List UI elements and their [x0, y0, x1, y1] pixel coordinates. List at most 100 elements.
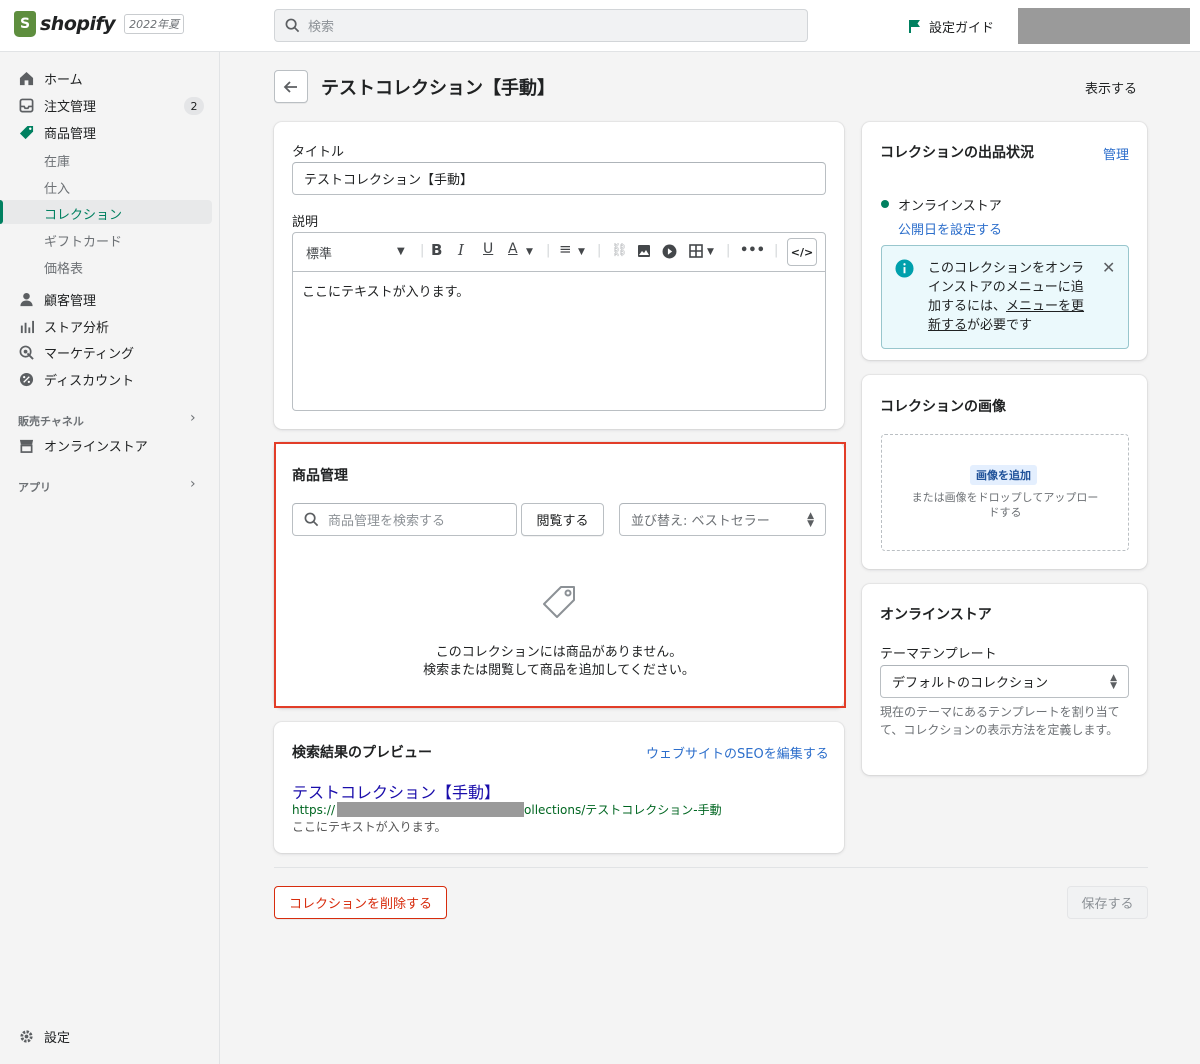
arrow-left-icon — [283, 80, 297, 93]
align-icon[interactable]: ≡ — [559, 240, 572, 258]
template-select[interactable]: デフォルトのコレクション ▲ ▼ — [880, 665, 1129, 698]
channel-name: オンラインストア — [898, 199, 1002, 214]
add-image-button[interactable]: 画像を追加 — [970, 465, 1037, 485]
products-search-placeholder: 商品管理を検索する — [328, 514, 446, 529]
tag-icon — [18, 124, 34, 140]
shopify-bag-icon — [14, 11, 36, 37]
sidebar-item-marketing[interactable]: マーケティング — [18, 341, 134, 363]
sidebar-subitem-pricelists[interactable]: 価格表 — [44, 258, 83, 277]
sidebar-item-settings[interactable]: 設定 — [18, 1025, 70, 1047]
flag-icon — [909, 20, 920, 33]
template-help-text: 現在のテーマにあるテンプレートを割り当てて、コレクションの表示方法を定義します。 — [880, 705, 1120, 737]
title-label: タイトル — [292, 145, 345, 160]
text-color-icon[interactable]: A — [508, 241, 518, 257]
italic-icon[interactable]: I — [458, 241, 464, 259]
bold-icon[interactable]: B — [431, 241, 442, 259]
sidebar-item-orders[interactable]: 注文管理 — [18, 94, 96, 116]
home-icon — [18, 70, 34, 86]
bar-chart-icon — [18, 318, 34, 334]
sort-select[interactable]: 並び替え: ベストセラー ▲ ▼ — [619, 503, 826, 536]
shopify-logo[interactable]: shopify 2022年夏 — [14, 11, 185, 37]
seo-url-prefix: https:// — [292, 802, 336, 817]
sidebar-subitem-collections[interactable]: コレクション — [44, 204, 122, 223]
image-icon[interactable] — [637, 244, 651, 262]
edition-badge: 2022年夏 — [124, 14, 185, 34]
schedule-link[interactable]: 公開日を設定する — [898, 219, 1002, 238]
chevron-right-icon[interactable]: › — [190, 476, 196, 492]
sidebar-subitem-inventory[interactable]: 在庫 — [44, 151, 70, 170]
availability-card-title: コレクションの出品状況 — [880, 145, 1034, 161]
code-view-icon[interactable]: </> — [787, 238, 817, 266]
global-search-input[interactable]: 検索 — [274, 9, 808, 42]
sidebar-subitem-giftcards[interactable]: ギフトカード — [44, 231, 122, 250]
apps-heading: アプリ — [18, 481, 51, 494]
video-icon[interactable] — [662, 244, 677, 263]
person-icon — [18, 291, 34, 307]
sidebar-item-online-store[interactable]: オンラインストア — [18, 434, 148, 456]
underline-icon[interactable]: U — [483, 241, 493, 257]
table-icon[interactable] — [689, 244, 703, 262]
chevron-down-icon[interactable]: ▼ — [578, 247, 585, 257]
select-arrows-icon: ▲ ▼ — [1110, 672, 1117, 691]
view-button[interactable]: 表示する — [1085, 78, 1137, 97]
title-input[interactable]: テストコレクション【手動】 — [292, 162, 826, 195]
seo-preview-description: ここにテキストが入ります。 — [292, 820, 447, 834]
toolbar-divider: | — [774, 243, 779, 258]
info-banner-text: このコレクションをオンラインストアのメニューに追加するには、メニューを更新するが… — [928, 259, 1088, 335]
seo-card-title: 検索結果のプレビュー — [292, 745, 432, 761]
sidebar-item-label: 注文管理 — [44, 99, 97, 115]
sidebar-subitem-purchase[interactable]: 仕入 — [44, 178, 70, 197]
chevron-down-icon[interactable]: ▼ — [397, 246, 405, 257]
sidebar-item-label: ホーム — [44, 72, 83, 88]
info-icon — [895, 259, 914, 278]
top-bar: shopify 2022年夏 検索 設定ガイド — [0, 0, 1200, 52]
seo-preview-url: https:// ollections/テストコレクション-手動 — [292, 801, 722, 818]
info-text-after: が必要です — [967, 318, 1033, 333]
sidebar-item-discounts[interactable]: ディスカウント — [18, 368, 134, 390]
seo-preview-title: テストコレクション【手動】 — [292, 783, 501, 802]
chevron-down-icon[interactable]: ▼ — [707, 247, 714, 257]
save-button[interactable]: 保存する — [1067, 886, 1148, 919]
redacted-block — [337, 802, 525, 817]
chevron-down-icon[interactable]: ▼ — [526, 247, 533, 257]
gear-icon — [18, 1028, 34, 1044]
sidebar-item-label: 設定 — [44, 1030, 71, 1046]
delete-collection-button[interactable]: コレクションを削除する — [274, 886, 447, 919]
orders-count-badge: 2 — [184, 97, 204, 115]
browse-button[interactable]: 閲覧する — [521, 503, 604, 536]
manage-link[interactable]: 管理 — [1103, 144, 1129, 163]
back-button[interactable] — [274, 70, 308, 103]
image-card-title: コレクションの画像 — [880, 399, 1006, 415]
empty-state-line2: 検索または閲覧して商品を追加してください。 — [423, 663, 695, 678]
sidebar-item-products[interactable]: 商品管理 — [18, 121, 96, 143]
image-dropzone[interactable]: 画像を追加 または画像をドロップしてアップロードする — [881, 434, 1129, 551]
setup-guide-button[interactable]: 設定ガイド — [908, 17, 994, 36]
empty-tag-icon — [541, 584, 577, 624]
products-search-input[interactable]: 商品管理を検索する — [292, 503, 517, 536]
description-label: 説明 — [292, 215, 319, 230]
close-icon[interactable]: ✕ — [1102, 258, 1115, 277]
chevron-right-icon[interactable]: › — [190, 410, 196, 426]
search-icon — [285, 18, 300, 33]
description-editor[interactable]: ここにテキストが入ります。 — [292, 271, 826, 411]
template-label: テーマテンプレート — [880, 647, 997, 662]
store-icon — [18, 437, 34, 453]
toolbar-divider: | — [420, 243, 425, 258]
sidebar-item-home[interactable]: ホーム — [18, 67, 83, 89]
search-placeholder: 検索 — [308, 20, 335, 35]
sidebar-item-label: マーケティング — [44, 346, 134, 362]
sidebar-item-label: ディスカウント — [44, 373, 135, 389]
status-dot-icon — [881, 200, 889, 208]
edit-seo-link[interactable]: ウェブサイトのSEOを編集する — [646, 743, 829, 762]
user-menu[interactable] — [1018, 8, 1190, 44]
link-icon[interactable]: ⛓ — [611, 243, 628, 258]
more-icon[interactable]: ••• — [740, 243, 765, 258]
sidebar-item-label: ストア分析 — [44, 320, 110, 336]
sidebar-item-customers[interactable]: 顧客管理 — [18, 288, 96, 310]
select-arrows-icon: ▲ ▼ — [807, 510, 814, 529]
sidebar-item-label: 商品管理 — [44, 126, 97, 142]
format-select[interactable]: 標準 — [306, 243, 332, 262]
discount-icon — [18, 371, 34, 387]
empty-state-line1: このコレクションには商品がありません。 — [435, 645, 683, 660]
sidebar-item-analytics[interactable]: ストア分析 — [18, 315, 109, 337]
